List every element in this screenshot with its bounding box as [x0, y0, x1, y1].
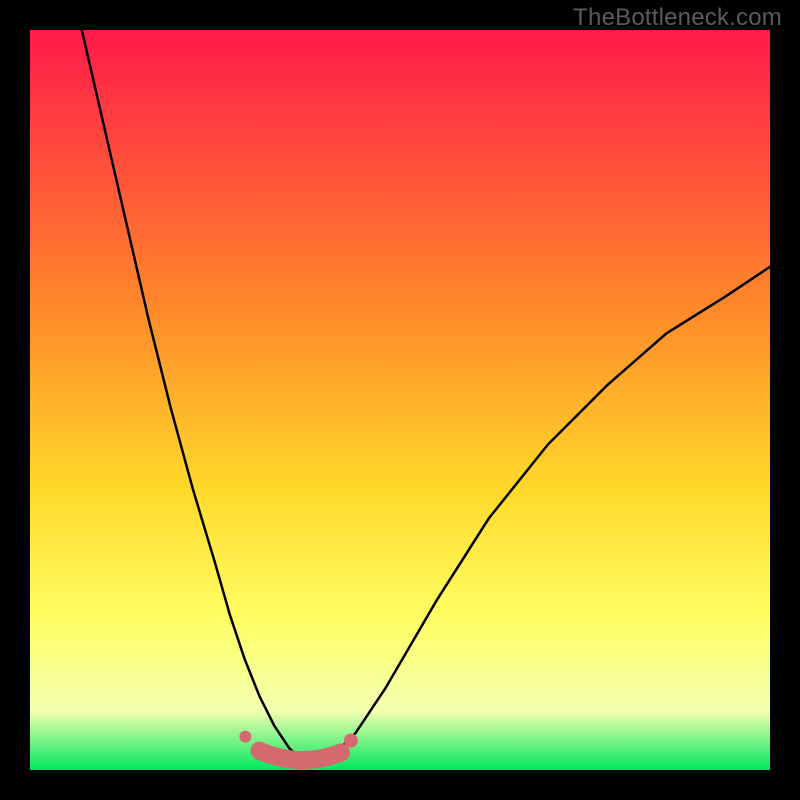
outer-frame: TheBottleneck.com: [0, 0, 800, 800]
chart-svg: [30, 30, 770, 770]
watermark-text: TheBottleneck.com: [573, 4, 782, 32]
gradient-background: [30, 30, 770, 770]
plot-area: [30, 30, 770, 770]
